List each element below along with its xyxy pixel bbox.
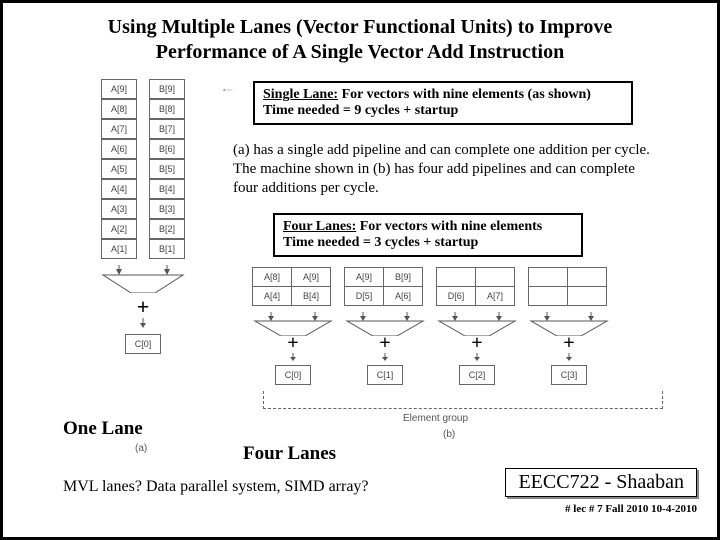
- vector-cell: A[1]: [101, 239, 137, 259]
- vector-cell: A[6]: [383, 286, 423, 306]
- vector-cell: A[4]: [101, 179, 137, 199]
- output-cell: C[0]: [125, 334, 161, 354]
- note-text: For vectors with nine elements (as shown…: [338, 87, 591, 102]
- down-arrow-icon: [253, 353, 333, 361]
- output-cell: C[2]: [459, 365, 495, 385]
- title-line-1: Using Multiple Lanes (Vector Functional …: [108, 16, 613, 38]
- lane-group: +C[3]: [529, 267, 609, 385]
- note-text: For vectors with nine elements: [356, 219, 542, 234]
- output-cell: C[3]: [551, 365, 587, 385]
- vector-cell: B[3]: [149, 199, 185, 219]
- vector-cell: B[1]: [149, 239, 185, 259]
- vector-cell: A[9]: [101, 79, 137, 99]
- lane-group: A[8]A[9]A[4]B[4]+C[0]: [253, 267, 333, 385]
- vector-cell: A[9]: [291, 267, 331, 287]
- one-lane-label: One Lane: [63, 418, 143, 440]
- four-lane-diagram: A[8]A[9]A[4]B[4]+C[0]A[9]B[9]D[5]A[6]+C[…: [253, 267, 673, 385]
- lane-group: D[6]A[7]+C[2]: [437, 267, 517, 385]
- vector-cell: B[8]: [149, 99, 185, 119]
- adder-funnel-icon: [437, 312, 517, 336]
- vector-cell: B[4]: [291, 286, 331, 306]
- slide-content: A[9]A[8]A[7]A[6]A[5]A[4]A[3]A[2]A[1] B[9…: [3, 73, 717, 513]
- vector-cell: A[8]: [252, 267, 292, 287]
- output-cell: C[0]: [275, 365, 311, 385]
- vector-cell: [475, 267, 515, 287]
- note-heading: Single Lane:: [263, 87, 338, 102]
- note-text: Time needed = 9 cycles + startup: [263, 103, 458, 118]
- element-group-bracket: [263, 391, 663, 409]
- down-arrow-icon: [345, 353, 425, 361]
- vector-cell: B[9]: [149, 79, 185, 99]
- vector-cell: [528, 286, 568, 306]
- vector-cell: A[7]: [475, 286, 515, 306]
- vector-cell: B[4]: [149, 179, 185, 199]
- vector-cell: B[9]: [383, 267, 423, 287]
- down-arrow-icon: [529, 353, 609, 361]
- subfig-b-label: (b): [443, 429, 455, 440]
- vector-cell: B[6]: [149, 139, 185, 159]
- title-line-2: Performance of A Single Vector Add Instr…: [156, 41, 565, 63]
- vector-cell: [567, 286, 607, 306]
- vector-cell: A[8]: [101, 99, 137, 119]
- adder-funnel-icon: [529, 312, 609, 336]
- single-lane-diagram: A[9]A[8]A[7]A[6]A[5]A[4]A[3]A[2]A[1] B[9…: [83, 79, 203, 354]
- vector-cell: [528, 267, 568, 287]
- adder-funnel-icon: [253, 312, 333, 336]
- vector-cell: A[2]: [101, 219, 137, 239]
- vector-cell: B[2]: [149, 219, 185, 239]
- note-heading: Four Lanes:: [283, 219, 356, 234]
- vector-cell: A[4]: [252, 286, 292, 306]
- vector-cell: A[3]: [101, 199, 137, 219]
- vector-cell: D[5]: [344, 286, 384, 306]
- arrow-icon: [203, 89, 253, 91]
- footer-text: # lec # 7 Fall 2010 10-4-2010: [565, 503, 697, 515]
- mvl-question: MVL lanes? Data parallel system, SIMD ar…: [63, 478, 369, 496]
- course-box: EECC722 - Shaaban: [505, 468, 697, 497]
- note-text: Time needed = 3 cycles + startup: [283, 235, 478, 250]
- vector-cell: B[5]: [149, 159, 185, 179]
- four-lane-note: Four Lanes: For vectors with nine elemen…: [273, 213, 583, 257]
- vector-cell: B[7]: [149, 119, 185, 139]
- slide-title: Using Multiple Lanes (Vector Functional …: [3, 3, 717, 73]
- adder-funnel-icon: [101, 265, 185, 293]
- element-group-label: Element group: [403, 413, 468, 424]
- vector-cell: A[5]: [101, 159, 137, 179]
- description-text: (a) has a single add pipeline and can co…: [233, 141, 663, 197]
- vector-cell: [567, 267, 607, 287]
- vector-cell: [436, 267, 476, 287]
- lane-group: A[9]B[9]D[5]A[6]+C[1]: [345, 267, 425, 385]
- vector-b-column: B[9]B[8]B[7]B[6]B[5]B[4]B[3]B[2]B[1]: [149, 79, 185, 259]
- vector-cell: D[6]: [436, 286, 476, 306]
- single-lane-note: Single Lane: For vectors with nine eleme…: [253, 81, 633, 125]
- subfig-a-label: (a): [135, 443, 147, 454]
- vector-cell: A[9]: [344, 267, 384, 287]
- four-lanes-label: Four Lanes: [243, 443, 336, 465]
- output-cell: C[1]: [367, 365, 403, 385]
- adder-funnel-icon: [345, 312, 425, 336]
- vector-cell: A[6]: [101, 139, 137, 159]
- vector-a-column: A[9]A[8]A[7]A[6]A[5]A[4]A[3]A[2]A[1]: [101, 79, 137, 259]
- down-arrow-icon: [437, 353, 517, 361]
- plus-icon: +: [83, 294, 203, 320]
- vector-cell: A[7]: [101, 119, 137, 139]
